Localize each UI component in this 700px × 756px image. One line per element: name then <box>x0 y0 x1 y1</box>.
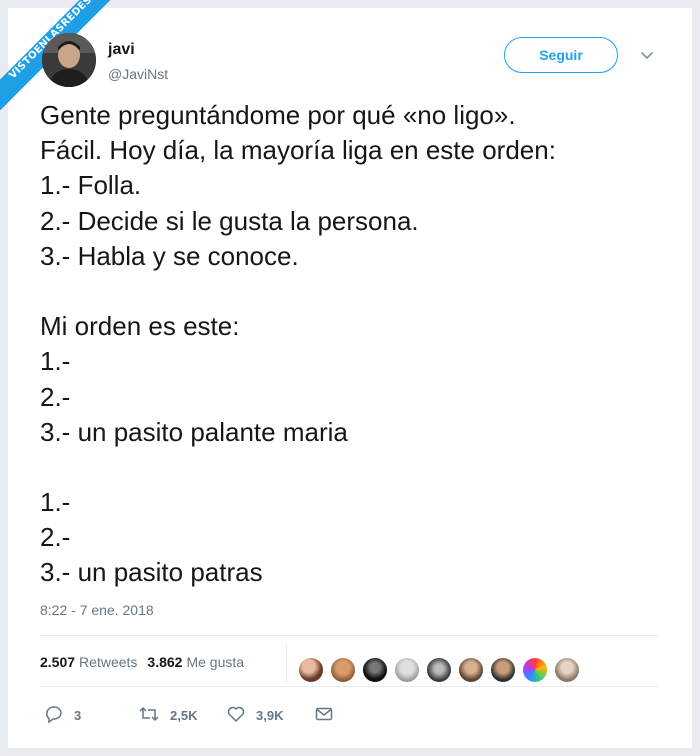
avatar[interactable] <box>42 33 96 87</box>
tweet-line: 1.- Folla. <box>40 170 142 201</box>
user-handle[interactable]: @JaviNst <box>108 66 168 82</box>
likes-label[interactable]: Me gusta <box>186 654 244 670</box>
liker-avatar[interactable] <box>426 657 452 683</box>
liker-avatar[interactable] <box>522 657 548 683</box>
tweet-line: 3.- un pasito patras <box>40 557 263 588</box>
divider <box>40 635 658 636</box>
retweet-button[interactable]: 2,5K <box>138 704 197 727</box>
tweet-line <box>40 450 680 485</box>
like-count: 3,9K <box>256 708 284 723</box>
reply-count: 3 <box>74 708 82 723</box>
reply-button[interactable]: 3 <box>44 704 81 727</box>
stats-separator <box>286 644 287 684</box>
tweet-line: Mi orden es este: <box>40 311 240 342</box>
like-button[interactable]: 3,9K <box>226 704 283 727</box>
tweet-text: Gente preguntándome por qué «no ligo». F… <box>40 98 680 591</box>
tweet-line: Gente preguntándome por qué «no ligo». <box>40 100 516 130</box>
tweet-line: 1.- <box>40 346 71 377</box>
tweet-line: 1.- <box>40 487 71 518</box>
chevron-down-icon[interactable] <box>638 46 656 64</box>
liker-avatar[interactable] <box>362 657 388 683</box>
follow-button[interactable]: Seguir <box>504 37 618 73</box>
tweet-line: 2.- <box>40 522 71 553</box>
tweet-timestamp[interactable]: 8:22 - 7 ene. 2018 <box>40 602 154 618</box>
liker-avatar[interactable] <box>458 657 484 683</box>
retweet-icon <box>138 704 170 727</box>
retweet-count: 2,5K <box>170 708 198 723</box>
liker-avatar[interactable] <box>330 657 356 683</box>
likes-count[interactable]: 3.862 <box>147 654 182 670</box>
tweet-line: 2.- Decide si le gusta la persona. <box>40 205 419 236</box>
tweet-line: Fácil. Hoy día, la mayoría liga en este … <box>40 135 556 166</box>
envelope-icon <box>314 704 344 727</box>
liker-avatar[interactable] <box>490 657 516 683</box>
reply-icon <box>44 704 74 727</box>
retweets-label[interactable]: Retweets <box>79 654 137 670</box>
liker-avatar[interactable] <box>298 657 324 683</box>
tweet-line: 2.- <box>40 381 71 412</box>
dm-button[interactable] <box>314 704 344 727</box>
tweet-line: 3.- Habla y se conoce. <box>40 240 299 271</box>
user-name[interactable]: javi <box>108 41 135 59</box>
engagement-stats: 2.507 Retweets 3.862 Me gusta <box>40 652 254 672</box>
heart-icon <box>226 704 256 727</box>
tweet-line: 3.- un pasito palante maria <box>40 416 348 447</box>
tweet-card: VISTOENLASREDES.com javi @JaviNst Seguir… <box>0 0 692 748</box>
liker-avatar[interactable] <box>554 657 580 683</box>
divider <box>40 686 658 687</box>
liker-avatar[interactable] <box>394 657 420 683</box>
retweets-count[interactable]: 2.507 <box>40 654 75 670</box>
tweet-line <box>40 274 680 309</box>
